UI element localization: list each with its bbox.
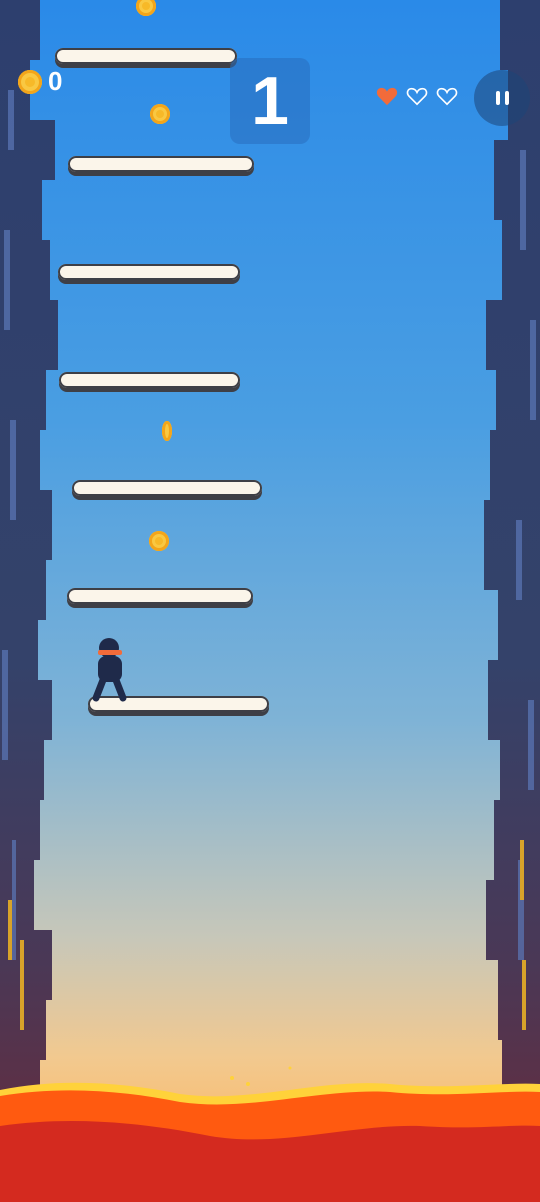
lava (0, 1066, 540, 1202)
coin (149, 531, 169, 551)
coin-count: 0 (48, 66, 63, 96)
heart-filled-icon (376, 86, 398, 106)
heart-outline-icon (436, 86, 458, 106)
score-value: 1 (251, 63, 289, 139)
score-box: 1 (230, 58, 310, 144)
platform-3 (58, 264, 240, 280)
right-rock-wall (484, 0, 540, 1202)
platform-5 (72, 480, 262, 496)
pause-button[interactable] (474, 70, 530, 126)
platform-6 (67, 588, 253, 604)
game-scene[interactable]: 0 1 (0, 0, 540, 1202)
coin-icon (18, 70, 42, 94)
left-rock-wall (0, 0, 58, 1202)
platform-2 (68, 156, 254, 172)
coin (150, 104, 170, 124)
platform-4 (59, 372, 240, 388)
coin (136, 0, 156, 16)
coin (162, 421, 172, 441)
heart-outline-icon (406, 86, 428, 106)
player-character (92, 638, 127, 702)
platform-1 (55, 48, 237, 64)
lives-indicator (376, 86, 458, 106)
pause-icon (493, 91, 511, 105)
